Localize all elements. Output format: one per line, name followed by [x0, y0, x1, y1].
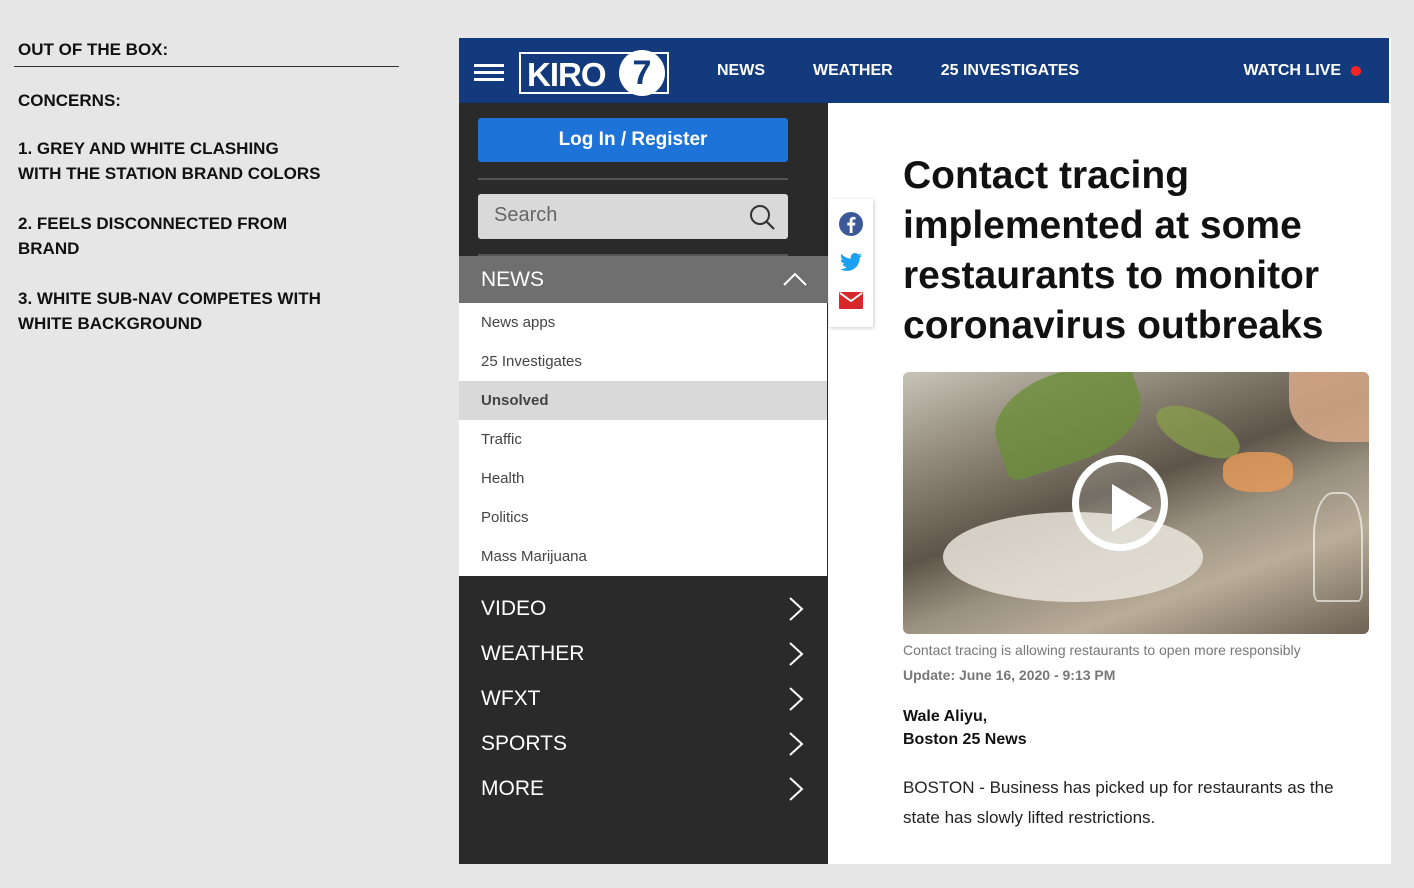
chevron-right-icon — [789, 642, 804, 666]
email-icon[interactable] — [838, 287, 864, 313]
notes-title: OUT OF THE BOX: — [14, 40, 399, 67]
primary-nav: NEWS WEATHER 25 INVESTIGATES — [717, 38, 1127, 103]
site-mockup: KIRO 7 NEWS WEATHER 25 INVESTIGATES WATC… — [459, 38, 1391, 864]
subnav-item-traffic[interactable]: Traffic — [459, 420, 827, 459]
design-notes: OUT OF THE BOX: CONCERNS: 1. GREY AND WH… — [14, 40, 399, 336]
video-thumbnail[interactable] — [903, 372, 1369, 634]
watch-live-button[interactable]: WATCH LIVE — [1244, 38, 1361, 103]
news-section-title: NEWS — [481, 267, 544, 291]
watch-live-label: WATCH LIVE — [1243, 61, 1341, 79]
article-headline: Contact tracing implemented at some rest… — [903, 154, 1324, 347]
main-menu: VIDEO WEATHER WFXT SPORTS MORE — [459, 586, 828, 811]
byline: Wale Aliyu, Boston 25 News — [903, 705, 1373, 751]
subnav-item-mass-marijuana[interactable]: Mass Marijuana — [459, 537, 827, 576]
chevron-right-icon — [789, 732, 804, 756]
news-section-toggle[interactable]: NEWS — [459, 256, 828, 303]
menu-item-video[interactable]: VIDEO — [459, 586, 828, 631]
concerns-label: CONCERNS: — [18, 91, 121, 110]
side-menu: Log In / Register NEWS News apps 25 Inve… — [459, 103, 828, 864]
divider — [478, 178, 788, 180]
article: Contact tracing implemented at some rest… — [903, 151, 1373, 833]
menu-item-wfxt[interactable]: WFXT — [459, 676, 828, 721]
subnav-item-politics[interactable]: Politics — [459, 498, 827, 537]
nav-news[interactable]: NEWS — [717, 62, 765, 80]
nav-weather[interactable]: WEATHER — [813, 62, 893, 80]
share-bar — [829, 199, 873, 327]
facebook-icon[interactable] — [838, 211, 864, 237]
menu-item-label: VIDEO — [481, 596, 547, 620]
subnav-item-news-apps[interactable]: News apps — [459, 303, 827, 342]
menu-item-more[interactable]: MORE — [459, 766, 828, 811]
menu-item-weather[interactable]: WEATHER — [459, 631, 828, 676]
concern-item: 2. FEELS DISCONNECTED FROM BRAND — [18, 214, 288, 258]
top-nav: KIRO 7 NEWS WEATHER 25 INVESTIGATES WATC… — [459, 38, 1389, 103]
subnav-item-health[interactable]: Health — [459, 459, 827, 498]
menu-item-sports[interactable]: SPORTS — [459, 721, 828, 766]
chevron-right-icon — [789, 687, 804, 711]
author-outlet: Boston 25 News — [903, 731, 1027, 748]
live-dot-icon — [1351, 65, 1361, 76]
update-timestamp: Update: June 16, 2020 - 9:13 PM — [903, 667, 1116, 683]
search-box — [478, 194, 788, 239]
twitter-icon[interactable] — [838, 249, 864, 275]
search-icon[interactable] — [748, 203, 776, 231]
menu-item-label: WFXT — [481, 686, 541, 710]
hamburger-menu-icon[interactable] — [474, 64, 504, 82]
chevron-right-icon — [789, 777, 804, 801]
author-name: Wale Aliyu, — [903, 708, 988, 725]
menu-item-label: WEATHER — [481, 641, 585, 665]
concern-item: 1. GREY AND WHITE CLASHING WITH THE STAT… — [18, 139, 321, 183]
subnav-item-25-investigates[interactable]: 25 Investigates — [459, 342, 827, 381]
subnav-item-unsolved[interactable]: Unsolved — [459, 381, 827, 420]
nav-25-investigates[interactable]: 25 INVESTIGATES — [941, 62, 1079, 80]
kiro7-logo[interactable]: KIRO 7 — [519, 50, 669, 96]
login-register-button[interactable]: Log In / Register — [478, 118, 788, 162]
article-body: BOSTON - Business has picked up for rest… — [903, 778, 1334, 827]
concern-item: 3. WHITE SUB-NAV COMPETES WITH WHITE BAC… — [18, 289, 321, 333]
play-icon[interactable] — [1072, 455, 1168, 551]
chevron-right-icon — [789, 597, 804, 621]
chevron-up-icon — [783, 272, 807, 286]
menu-item-label: MORE — [481, 776, 544, 800]
logo-text: KIRO — [527, 56, 606, 93]
menu-item-label: SPORTS — [481, 731, 567, 755]
video-caption: Contact tracing is allowing restaurants … — [903, 642, 1301, 658]
news-sub-nav: News apps 25 Investigates Unsolved Traff… — [459, 303, 827, 576]
logo-number: 7 — [619, 50, 665, 96]
search-input[interactable] — [494, 204, 734, 227]
